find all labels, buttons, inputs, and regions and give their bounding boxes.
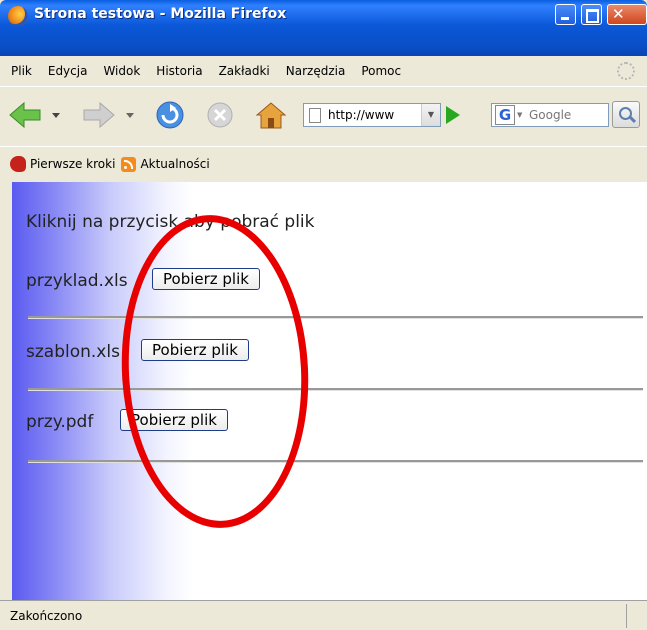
engine-dropdown-icon[interactable]: ▼ [517,111,522,119]
menu-file[interactable]: Plik [0,64,40,78]
navigation-toolbar: http://www ▼ G ▼ Google [0,86,647,145]
reload-button[interactable] [155,100,187,132]
page-content: Kliknij na przycisk aby pobrać plik przy… [12,182,647,600]
url-text: http://www [328,108,395,122]
page-icon [309,108,321,123]
home-button[interactable] [255,100,289,132]
forward-arrow-icon [83,101,115,129]
go-icon[interactable] [446,106,460,124]
status-separator [626,604,627,628]
file-name: przyklad.xls [26,271,128,291]
bookmark-icon [10,156,26,172]
rss-icon [121,156,137,172]
separator [28,388,643,391]
forward-button[interactable] [82,100,138,130]
back-button[interactable] [8,100,68,130]
bookmark-news[interactable]: Aktualności [121,156,210,172]
bookmarks-toolbar: Pierwsze kroki Aktualności [0,146,647,181]
google-icon[interactable]: G [495,105,515,125]
firefox-logo-icon [8,6,28,26]
menu-view[interactable]: Widok [95,64,148,78]
maximize-button[interactable] [581,4,602,25]
bookmark-label: Pierwsze kroki [30,157,116,171]
bookmark-label: Aktualności [140,157,210,171]
search-input[interactable]: G ▼ Google [491,103,609,127]
status-bar: Zakończono [0,600,647,630]
url-dropdown-button[interactable]: ▼ [421,104,440,126]
back-arrow-icon [9,101,41,129]
file-name: szablon.xls [26,342,120,362]
throbber-icon [617,62,635,80]
title-bar: Strona testowa - Mozilla Firefox [0,0,647,56]
stop-button[interactable] [205,100,237,132]
url-bar[interactable]: http://www ▼ [303,103,441,127]
menu-history[interactable]: Historia [148,64,210,78]
menu-edit[interactable]: Edycja [40,64,96,78]
bookmark-getting-started[interactable]: Pierwsze kroki [10,156,115,172]
file-name: przy.pdf [26,412,94,432]
menu-help[interactable]: Pomoc [353,64,409,78]
search-icon[interactable] [612,101,640,128]
window-title: Strona testowa - Mozilla Firefox [34,6,287,22]
menu-bookmarks[interactable]: Zakładki [211,64,278,78]
menu-tools[interactable]: Narzędzia [278,64,354,78]
menu-bar: Plik Edycja Widok Historia Zakładki Narz… [0,58,647,84]
minimize-button[interactable] [555,4,576,25]
separator [28,460,643,463]
search-placeholder: Google [529,108,572,122]
separator [28,316,643,319]
close-button[interactable] [607,4,647,25]
status-text: Zakończono [10,609,83,623]
browser-window: Strona testowa - Mozilla Firefox Plik Ed… [0,0,647,630]
